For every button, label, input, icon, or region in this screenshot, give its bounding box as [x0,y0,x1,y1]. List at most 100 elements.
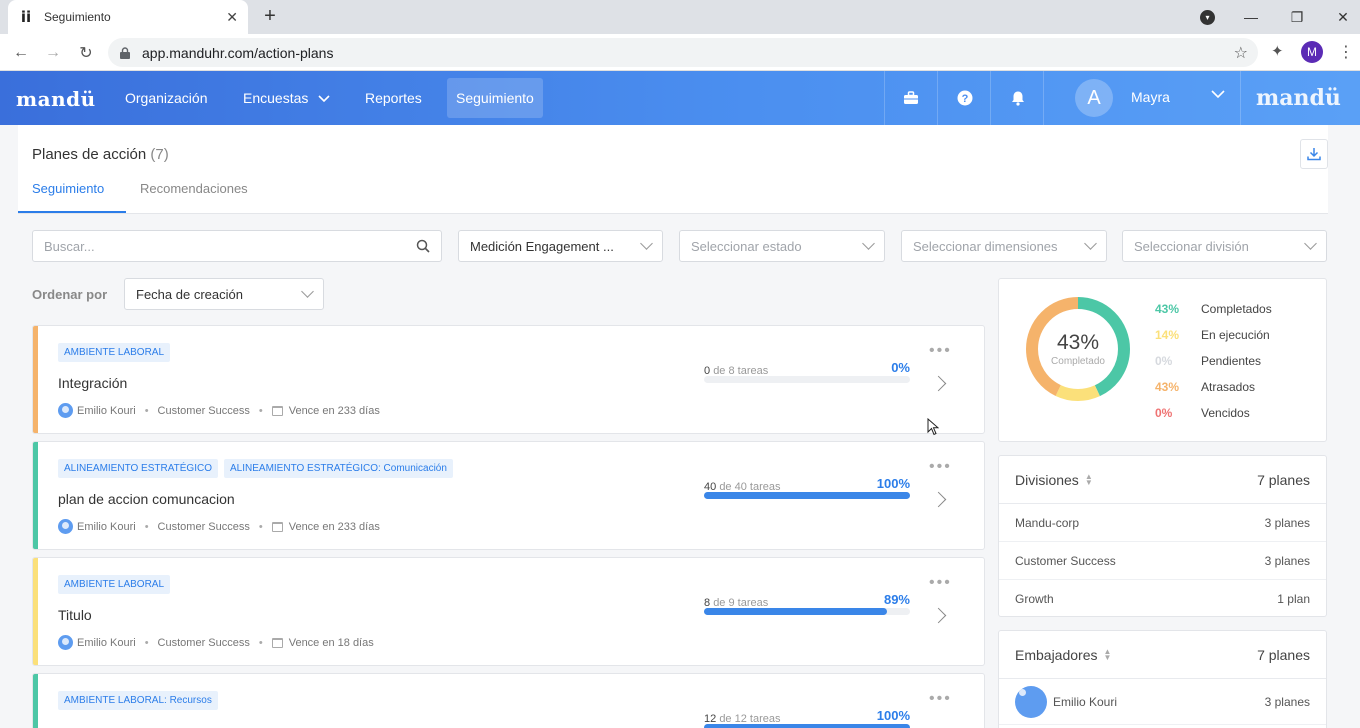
plan-progress: 40 de 40 tareas 100% [704,476,910,499]
legend-percent: 14% [1155,328,1180,342]
division-count: 3 planes [1264,515,1310,530]
sort-icon[interactable]: ▲ ▼ [1085,472,1093,486]
divisions-total: 7 planes [1257,471,1310,488]
division-row[interactable]: Growth 1 plan [999,580,1326,618]
ambassador-row[interactable]: Emilio Kouri 3 planes [999,679,1326,725]
header-divider [884,71,885,125]
header-divider [1043,71,1044,125]
chevron-down-icon[interactable] [1211,90,1225,99]
nav-encuestas[interactable]: Encuestas [233,78,340,118]
reload-icon[interactable]: ↻ [75,42,97,64]
progress-fill [704,608,888,615]
brand-logo[interactable]: mandü [16,87,96,111]
survey-select-value: Medición Engagement ... [470,238,614,254]
user-avatar[interactable]: A [1075,79,1113,117]
team-name: Customer Success [157,636,250,649]
division-row[interactable]: Mandu-corp 3 planes [999,504,1326,542]
team-name: Customer Success [157,404,250,417]
dimensions-select[interactable]: Seleccionar dimensiones [901,230,1107,262]
back-icon[interactable]: ← [10,42,32,64]
plan-card[interactable]: ALINEAMIENTO ESTRATÉGICO ALINEAMIENTO ES… [32,441,985,550]
close-window-icon[interactable]: ✕ [1320,0,1360,34]
bookmark-star-icon[interactable]: ☆ [1234,43,1248,63]
divisions-header: Divisiones ▲ ▼ 7 planes [999,456,1326,504]
separator: • [258,520,263,533]
address-bar[interactable]: app.manduhr.com/action-plans ☆ [108,38,1258,67]
status-stripe [33,674,38,728]
separator: • [258,636,263,649]
plan-card[interactable]: AMBIENTE LABORAL Integración Emilio Kour… [32,325,985,434]
more-options-icon[interactable]: ••• [929,690,952,708]
plan-card[interactable]: AMBIENTE LABORAL Titulo Emilio Kouri • C… [32,557,985,666]
browser-tab[interactable]: ii Seguimiento ✕ [8,0,248,34]
help-icon[interactable]: ? [957,90,973,106]
nav-seguimiento[interactable]: Seguimiento [447,78,543,118]
more-options-icon[interactable]: ••• [929,574,952,592]
division-select[interactable]: Seleccionar división [1122,230,1327,262]
profile-avatar[interactable]: M [1301,41,1323,63]
tab-seguimiento[interactable]: Seguimiento [32,181,104,196]
legend-label: Atrasados [1201,380,1256,394]
separator: • [258,404,263,417]
tab-search-icon[interactable]: ▾ [1200,10,1215,25]
tag-list: AMBIENTE LABORAL: Recursos [58,691,218,710]
briefcase-icon[interactable] [903,90,919,106]
ambassador-avatar [1015,685,1047,718]
plan-card[interactable]: AMBIENTE LABORAL: Recursos 12 de 12 tare… [32,673,985,728]
plan-title[interactable]: Titulo [58,607,92,623]
dimension-tag: ALINEAMIENTO ESTRATÉGICO: Comunicación [224,459,453,478]
page-header: Planes de acción (7) Seguimiento Recomen… [18,125,1328,214]
ambassadors-title: Embajadores [1015,646,1098,663]
state-select-placeholder: Seleccionar estado [691,238,802,254]
browser-tabstrip: ii Seguimiento ✕ + ▾ — ❐ ✕ [0,0,1360,34]
division-name: Growth [1015,592,1054,606]
more-options-icon[interactable]: ••• [929,458,952,476]
more-options-icon[interactable]: ••• [929,342,952,360]
owner-avatar [58,635,73,650]
active-tab-indicator [18,211,126,213]
favicon-icon: ii [20,8,32,26]
lock-icon [120,46,130,59]
state-select[interactable]: Seleccionar estado [679,230,885,262]
browser-menu-icon[interactable]: ⋮ [1338,42,1354,62]
ambassadors-panel: Embajadores ▲ ▼ 7 planes Emilio Kouri 3 p… [998,630,1327,728]
new-tab-icon[interactable]: + [260,6,280,26]
nav-encuestas-label: Encuestas [243,90,309,106]
sort-icon[interactable]: ▲ ▼ [1104,647,1112,661]
progress-track [704,376,910,383]
chevron-right-icon[interactable] [930,607,947,624]
close-tab-icon[interactable]: ✕ [226,9,238,26]
plan-title[interactable]: plan de accion comuncacion [58,491,235,507]
chevron-right-icon[interactable] [930,375,947,392]
download-button[interactable] [1300,139,1328,169]
ambassador-name: Emilio Kouri [1053,694,1118,709]
search-input[interactable]: Buscar... [32,230,442,262]
nav-organizacion[interactable]: Organización [115,78,218,118]
sort-select[interactable]: Fecha de creación [124,278,324,310]
legend-label: Vencidos [1201,406,1250,420]
extensions-icon[interactable]: ✦ [1271,42,1284,60]
tab-recomendaciones[interactable]: Recomendaciones [140,181,248,196]
owner-name: Emilio Kouri [77,404,136,417]
legend-item: 43% Completados [1155,302,1272,316]
bell-icon[interactable] [1010,90,1026,106]
division-row[interactable]: Customer Success 3 planes [999,542,1326,580]
separator: • [144,520,149,533]
status-stripe [33,442,38,549]
legend-item: 0% Vencidos [1155,406,1250,420]
restore-icon[interactable]: ❐ [1274,0,1320,34]
mouse-cursor-icon [927,418,939,436]
chevron-right-icon[interactable] [930,491,947,508]
tab-title: Seguimiento [44,10,111,24]
tag-list: AMBIENTE LABORAL [58,575,171,594]
minimize-icon[interactable]: — [1228,0,1274,34]
division-select-placeholder: Seleccionar división [1134,238,1249,254]
team-name: Customer Success [157,520,250,533]
nav-reportes[interactable]: Reportes [355,78,432,118]
legend-label: Completados [1201,302,1272,316]
user-name[interactable]: Mayra [1131,89,1170,105]
plan-title[interactable]: Integración [58,375,127,391]
survey-select[interactable]: Medición Engagement ... [458,230,663,262]
forward-icon[interactable]: → [42,42,64,64]
browser-toolbar: ← → ↻ app.manduhr.com/action-plans ☆ ✦ M… [0,34,1360,71]
